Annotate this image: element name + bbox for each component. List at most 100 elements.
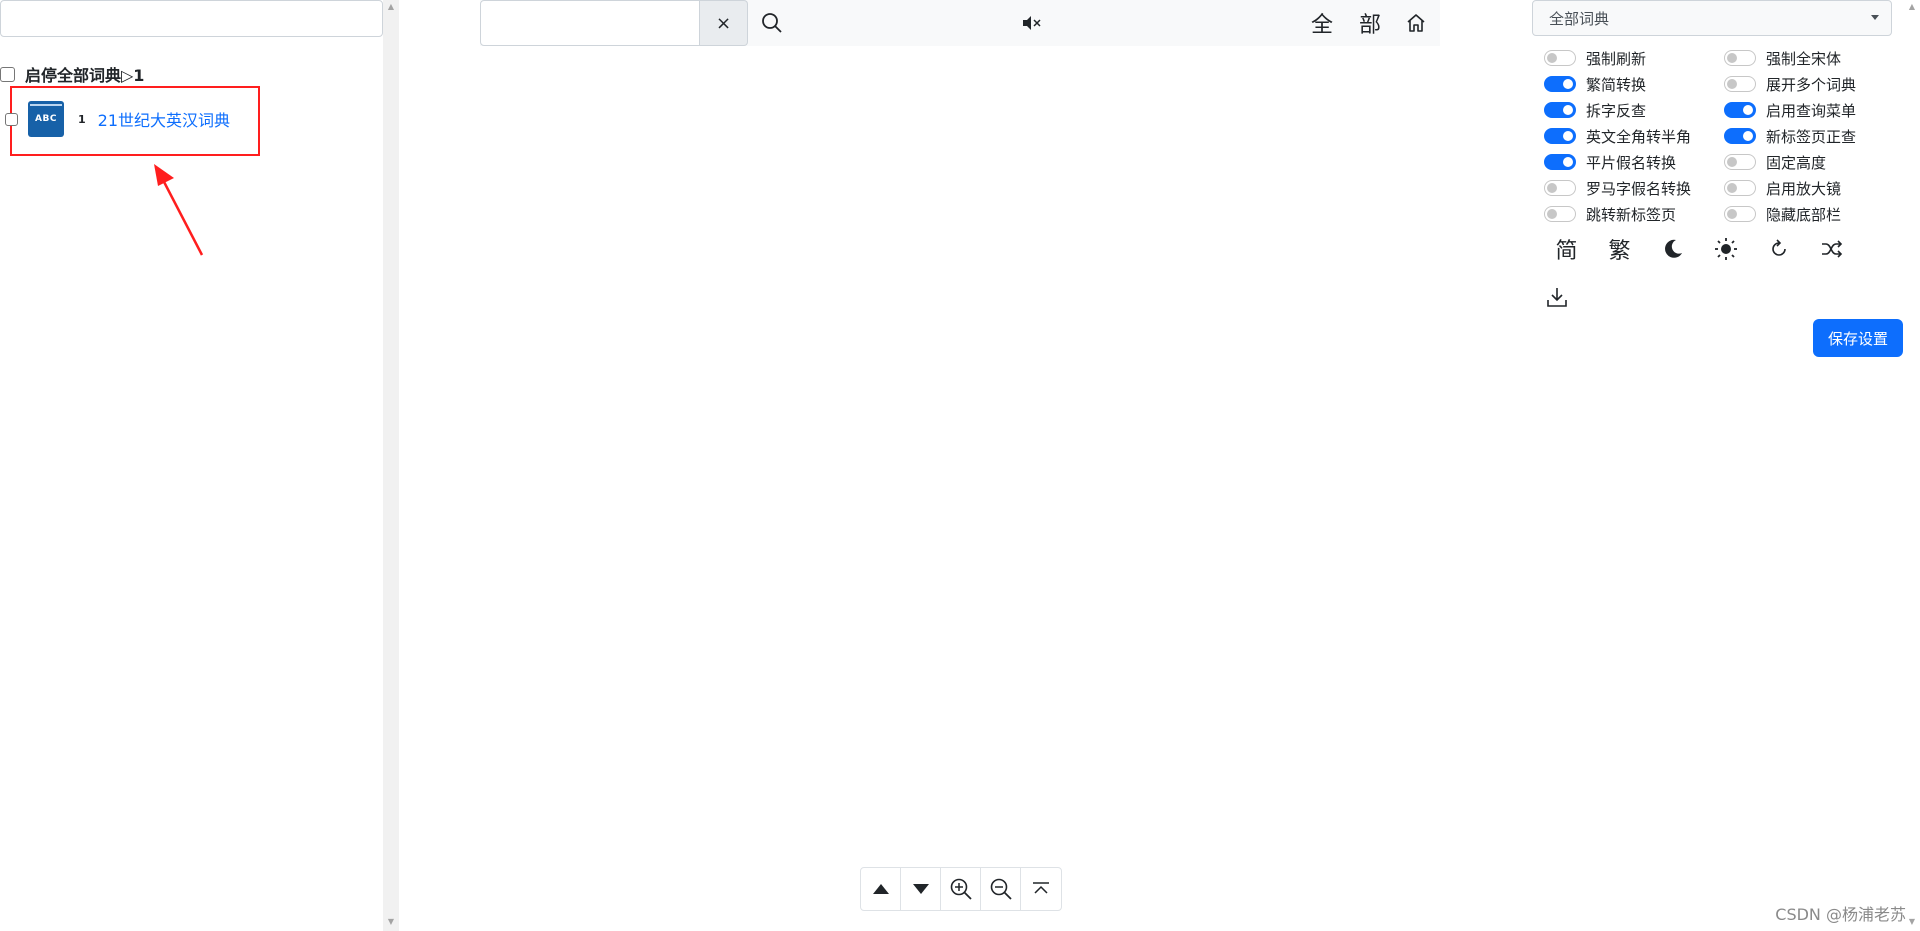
toggle-all-checkbox[interactable] [0,66,15,82]
option-fixed-height[interactable]: 固定高度 [1724,149,1904,175]
moon-icon [1664,239,1682,258]
scroll-top-icon [1033,882,1049,894]
dictionary-filter-input[interactable] [0,0,383,37]
dictionary-book-icon: ABC [28,101,64,137]
option-label: 强制全宋体 [1766,49,1842,68]
toggle-switch[interactable] [1724,102,1756,118]
dictionary-select-value: 全部词典 [1549,9,1610,28]
zoom-out-button[interactable] [981,868,1021,910]
option-char-decompose[interactable]: 拆字反查 [1544,97,1724,123]
option-label: 英文全角转半角 [1586,127,1692,146]
zoom-in-icon [950,878,972,900]
settings-options-left: 强制刷新 繁简转换 拆字反查 英文全角转半角 平片假名转换 罗马字假名转换 跳转… [1544,45,1724,227]
search-icon [762,13,782,33]
save-settings-button[interactable]: 保存设置 [1813,319,1903,357]
triangle-down-icon [912,884,929,894]
all-button[interactable]: 全 [1302,0,1342,46]
mute-button[interactable] [1012,0,1052,46]
option-label: 拆字反查 [1586,101,1647,120]
option-trad-simp-convert[interactable]: 繁简转换 [1544,71,1724,97]
light-mode-button[interactable] [1699,232,1752,266]
option-label: 平片假名转换 [1586,153,1677,172]
annotation-arrow-icon [154,164,204,256]
left-scrollbar[interactable]: ▲ ▼ [383,0,399,931]
refresh-button[interactable] [1752,232,1805,266]
option-label: 启用放大镜 [1766,179,1842,198]
bottom-toolbar [860,867,1062,911]
toggle-switch[interactable] [1544,76,1576,92]
option-label: 启用查询菜单 [1766,101,1857,120]
random-button[interactable] [1805,232,1858,266]
option-kana-convert[interactable]: 平片假名转换 [1544,149,1724,175]
refresh-icon [1771,239,1786,256]
option-label: 新标签页正查 [1766,127,1857,146]
watermark: CSDN @杨浦老苏 [1775,905,1906,924]
display-tools-row: 简 繁 [1540,232,1858,266]
toggle-all-label: 启停全部词典▷1 [25,66,145,85]
section-button[interactable]: 部 [1350,0,1390,46]
triangle-up-icon [872,884,889,894]
word-search-input[interactable] [480,0,700,46]
option-label: 跳转新标签页 [1586,205,1677,224]
sun-icon [1714,238,1737,260]
settings-options-right: 强制全宋体 展开多个词典 启用查询菜单 新标签页正查 固定高度 启用放大镜 隐藏… [1724,45,1904,227]
option-new-tab-lookup[interactable]: 新标签页正查 [1724,123,1904,149]
option-romaji-convert[interactable]: 罗马字假名转换 [1544,175,1724,201]
scroll-top-button[interactable] [1021,868,1061,910]
shuffle-icon [1821,240,1842,258]
volume-mute-icon [1023,16,1041,30]
toggle-switch[interactable] [1544,180,1576,196]
toggle-switch[interactable] [1724,128,1756,144]
option-label: 固定高度 [1766,153,1827,172]
download-button[interactable] [1540,280,1574,314]
home-button[interactable] [1396,0,1436,46]
option-open-new-tab[interactable]: 跳转新标签页 [1544,201,1724,227]
scroll-up-arrow-icon[interactable]: ▲ [386,2,396,12]
clear-search-button[interactable]: × [700,0,748,46]
dictionary-item-checkbox[interactable] [5,112,18,126]
toggle-switch[interactable] [1544,206,1576,222]
toggle-switch[interactable] [1724,206,1756,222]
toggle-switch[interactable] [1544,50,1576,66]
option-label: 隐藏底部栏 [1766,205,1842,224]
simplified-button[interactable]: 简 [1540,232,1593,266]
option-expand-dictionaries[interactable]: 展开多个词典 [1724,71,1904,97]
option-label: 展开多个词典 [1766,75,1857,94]
scroll-down-arrow-icon[interactable]: ▼ [386,917,396,927]
home-icon [1407,14,1425,32]
toggle-all-dictionaries[interactable]: 启停全部词典▷1 [0,63,144,85]
option-label: 罗马字假名转换 [1586,179,1692,198]
zoom-in-button[interactable] [941,868,981,910]
toggle-switch[interactable] [1724,154,1756,170]
previous-button[interactable] [861,868,901,910]
chevron-down-icon [1871,15,1879,20]
scroll-up-arrow-icon[interactable]: ▲ [1907,2,1917,12]
option-label: 繁简转换 [1586,75,1647,94]
toggle-switch[interactable] [1544,154,1576,170]
option-enable-magnifier[interactable]: 启用放大镜 [1724,175,1904,201]
dictionary-item-name[interactable]: 21世纪大英汉词典 [98,107,230,131]
option-label: 强制刷新 [1586,49,1647,68]
toggle-switch[interactable] [1544,128,1576,144]
dictionary-item[interactable]: ABC 1 21世纪大英汉词典 [5,100,230,138]
dictionary-item-index: 1 [78,112,86,126]
traditional-button[interactable]: 繁 [1593,232,1646,266]
right-scrollbar[interactable]: ▲ ▼ [1904,0,1920,931]
download-icon [1547,288,1567,307]
option-force-refresh[interactable]: 强制刷新 [1544,45,1724,71]
option-hide-footer[interactable]: 隐藏底部栏 [1724,201,1904,227]
dictionary-select[interactable]: 全部词典 [1532,0,1892,36]
dictionary-list-panel: 启停全部词典▷1 ABC 1 21世纪大英汉词典 [0,0,386,931]
toggle-switch[interactable] [1724,180,1756,196]
option-enable-query-menu[interactable]: 启用查询菜单 [1724,97,1904,123]
dark-mode-button[interactable] [1646,232,1699,266]
toggle-switch[interactable] [1544,102,1576,118]
toggle-switch[interactable] [1724,50,1756,66]
zoom-out-icon [990,878,1012,900]
scroll-down-arrow-icon[interactable]: ▼ [1907,917,1917,927]
option-force-songti[interactable]: 强制全宋体 [1724,45,1904,71]
toggle-switch[interactable] [1724,76,1756,92]
option-fullwidth-to-halfwidth[interactable]: 英文全角转半角 [1544,123,1724,149]
search-button[interactable] [752,0,792,46]
next-button[interactable] [901,868,941,910]
